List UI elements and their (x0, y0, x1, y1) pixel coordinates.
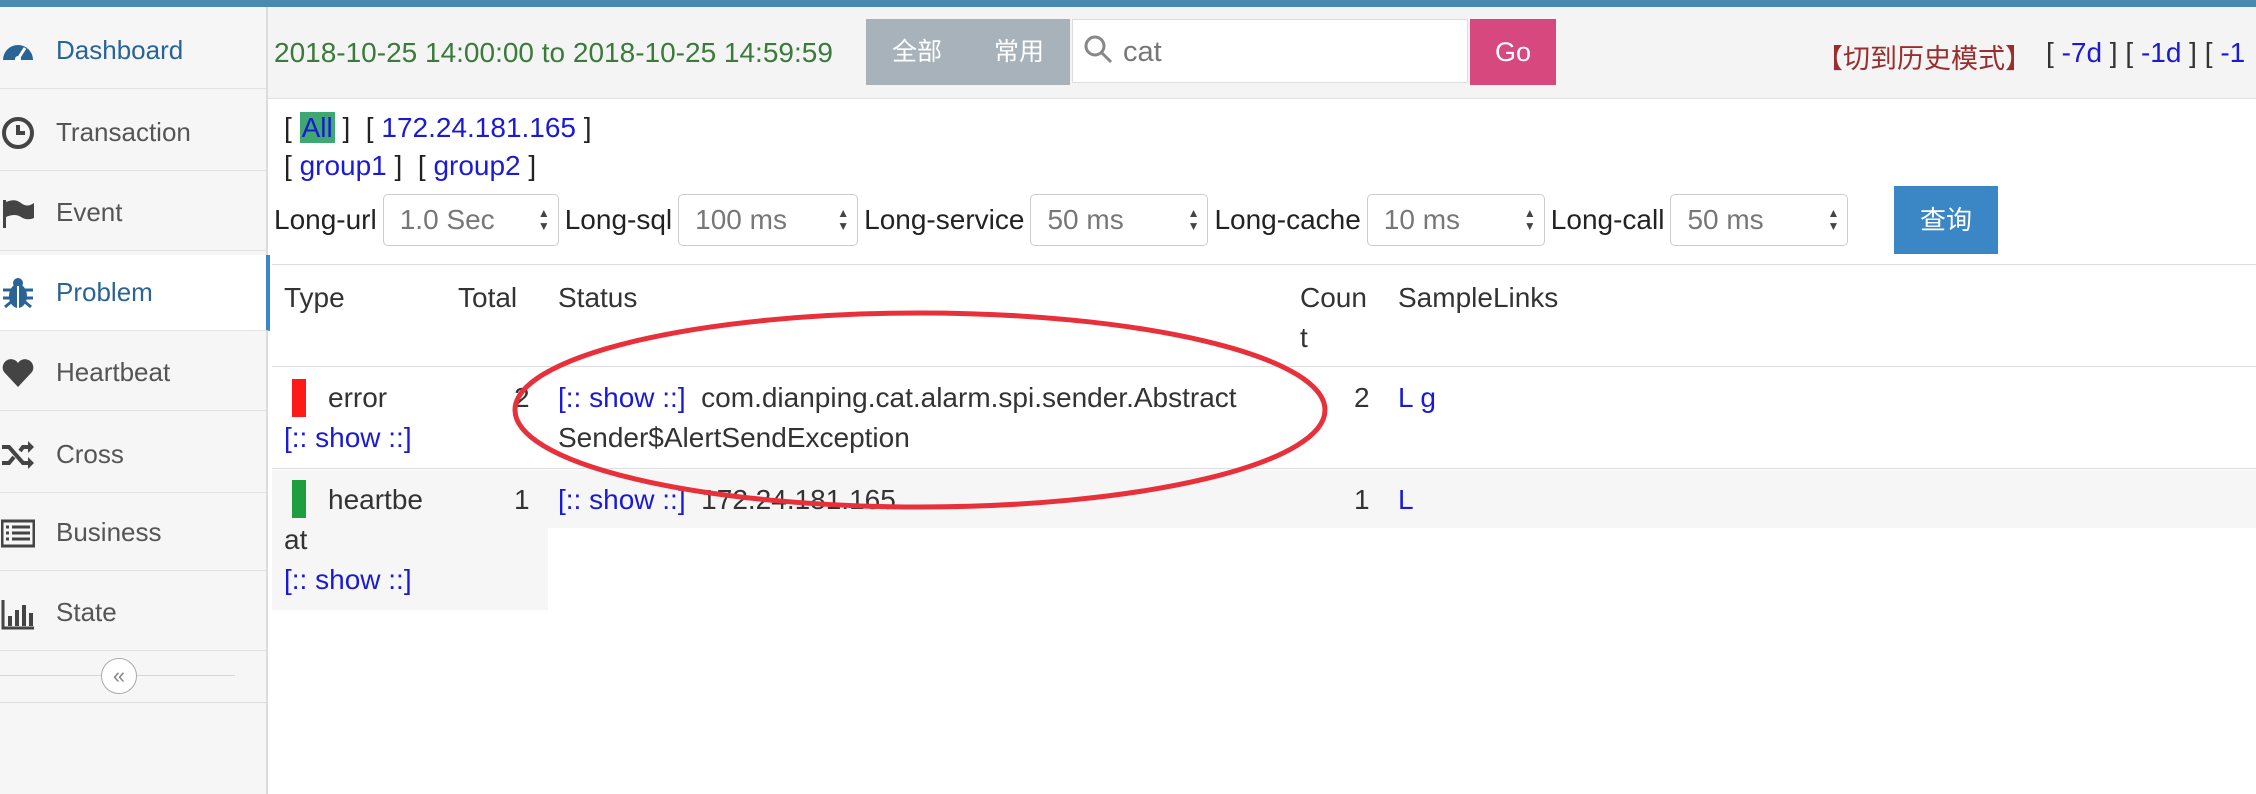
sidebar-item-transaction[interactable]: Transaction (0, 95, 266, 171)
sidebar-item-state[interactable]: State (0, 575, 266, 651)
row-type-cont: at (284, 524, 308, 555)
sidebar-item-label: State (56, 597, 117, 627)
sidebar-item-label: Problem (56, 277, 153, 307)
col-header-samplelinks: SampleLinks (1398, 282, 1559, 313)
list-icon (0, 515, 36, 551)
sidebar-item-problem[interactable]: Problem (0, 255, 270, 331)
seg-all-button[interactable]: 全部 (866, 19, 968, 85)
dashboard-icon (0, 33, 36, 69)
sidebar-item-dashboard[interactable]: Dashboard (0, 13, 266, 89)
collapse-sidebar-button[interactable]: « (101, 658, 137, 694)
threshold-label: Long-cache (1214, 204, 1361, 235)
search-icon (1083, 34, 1113, 69)
long-call-select[interactable]: 50 ms ▲ ▼ (1670, 194, 1849, 246)
sidebar-item-label: Dashboard (56, 35, 184, 65)
shuffle-icon (0, 437, 36, 473)
day-link-7d[interactable]: -7d (2062, 37, 2102, 68)
col-header-type: Type (284, 282, 345, 313)
row-type: error (328, 382, 388, 413)
threshold-label: Long-url (274, 204, 377, 235)
sample-link[interactable]: L (1398, 484, 1414, 515)
threshold-row: Long-url 1.0 Sec ▲ ▼ Long-sql 100 ms ▲ ▼ Lon… (274, 191, 1854, 249)
filter-group1-link[interactable]: group1 (300, 150, 387, 181)
filter-all-link[interactable]: All (299, 112, 335, 143)
filter-group2-link[interactable]: group2 (433, 150, 520, 181)
sidebar-item-heartbeat[interactable]: Heartbeat (0, 335, 266, 411)
threshold-label: Long-call (1550, 204, 1665, 235)
sidebar-item-business[interactable]: Business (0, 495, 266, 571)
history-mode-link[interactable]: 【切到历史模式】 (1816, 37, 2032, 76)
header: 2018-10-25 14:00:00 to 2018-10-25 14:59:… (268, 7, 2256, 99)
row-type-show-link[interactable]: [:: show ::] (284, 560, 412, 600)
annotation-oval (512, 310, 1328, 510)
row-type: heartbe (328, 484, 423, 515)
sidebar-item-label: Transaction (56, 117, 191, 147)
clock-icon (0, 115, 36, 151)
row-count: 1 (1354, 484, 1370, 515)
sidebar-item-label: Event (56, 197, 123, 227)
filter-ip-link[interactable]: 172.24.181.165 (381, 112, 576, 143)
long-url-select[interactable]: 1.0 Sec ▲ ▼ (382, 194, 559, 246)
go-button[interactable]: Go (1470, 19, 1556, 85)
status-bar-heartbeat (292, 480, 306, 518)
ip-filter: [ All ] [ 172.24.181.165 ] (284, 112, 592, 143)
day-link-1h[interactable]: -1 (2220, 37, 2245, 68)
long-sql-select[interactable]: 100 ms ▲ ▼ (678, 194, 859, 246)
time-range: 2018-10-25 14:00:00 to 2018-10-25 14:59:… (274, 37, 833, 68)
threshold-label: Long-service (864, 204, 1025, 235)
row-samplelinks: L (1398, 480, 1414, 520)
search-box (1072, 19, 1468, 83)
table-top-border (272, 264, 2256, 265)
group-filter: [ group1 ] [ group2 ] (284, 150, 537, 181)
sidebar-item-label: Cross (56, 439, 124, 469)
long-service-select[interactable]: 50 ms ▲ ▼ (1030, 194, 1209, 246)
day-link-1d[interactable]: -1d (2141, 37, 2181, 68)
seg-common-button[interactable]: 常用 (968, 19, 1070, 85)
bar-chart-icon (0, 595, 36, 631)
sample-link[interactable]: L (1398, 382, 1413, 413)
sidebar-item-cross[interactable]: Cross (0, 417, 266, 493)
query-button[interactable]: 查询 (1894, 186, 1998, 254)
top-accent-bar (0, 0, 2256, 7)
row-samplelinks: L g (1398, 378, 1436, 418)
heart-icon (0, 355, 36, 391)
flag-icon (0, 195, 36, 231)
day-nav-links: [ -7d ] [ -1d ] [ -1 (2046, 37, 2246, 68)
sidebar-divider (0, 702, 266, 703)
sample-link[interactable]: g (1420, 382, 1436, 413)
bug-icon (0, 275, 36, 311)
sidebar: Dashboard Transaction Event Problem Hear… (0, 7, 270, 794)
search-input[interactable] (1121, 30, 1455, 74)
row-type-show-link[interactable]: [:: show ::] (284, 418, 412, 458)
mode-segmented-control: 全部 常用 (866, 19, 1070, 85)
row-count: 2 (1354, 382, 1370, 413)
sidebar-item-label: Heartbeat (56, 357, 171, 387)
sidebar-item-event[interactable]: Event (0, 175, 266, 251)
long-cache-select[interactable]: 10 ms ▲ ▼ (1366, 194, 1545, 246)
sidebar-item-label: Business (56, 517, 162, 547)
col-header-total: Total (458, 282, 518, 313)
threshold-label: Long-sql (564, 204, 673, 235)
status-bar-error (292, 379, 306, 417)
